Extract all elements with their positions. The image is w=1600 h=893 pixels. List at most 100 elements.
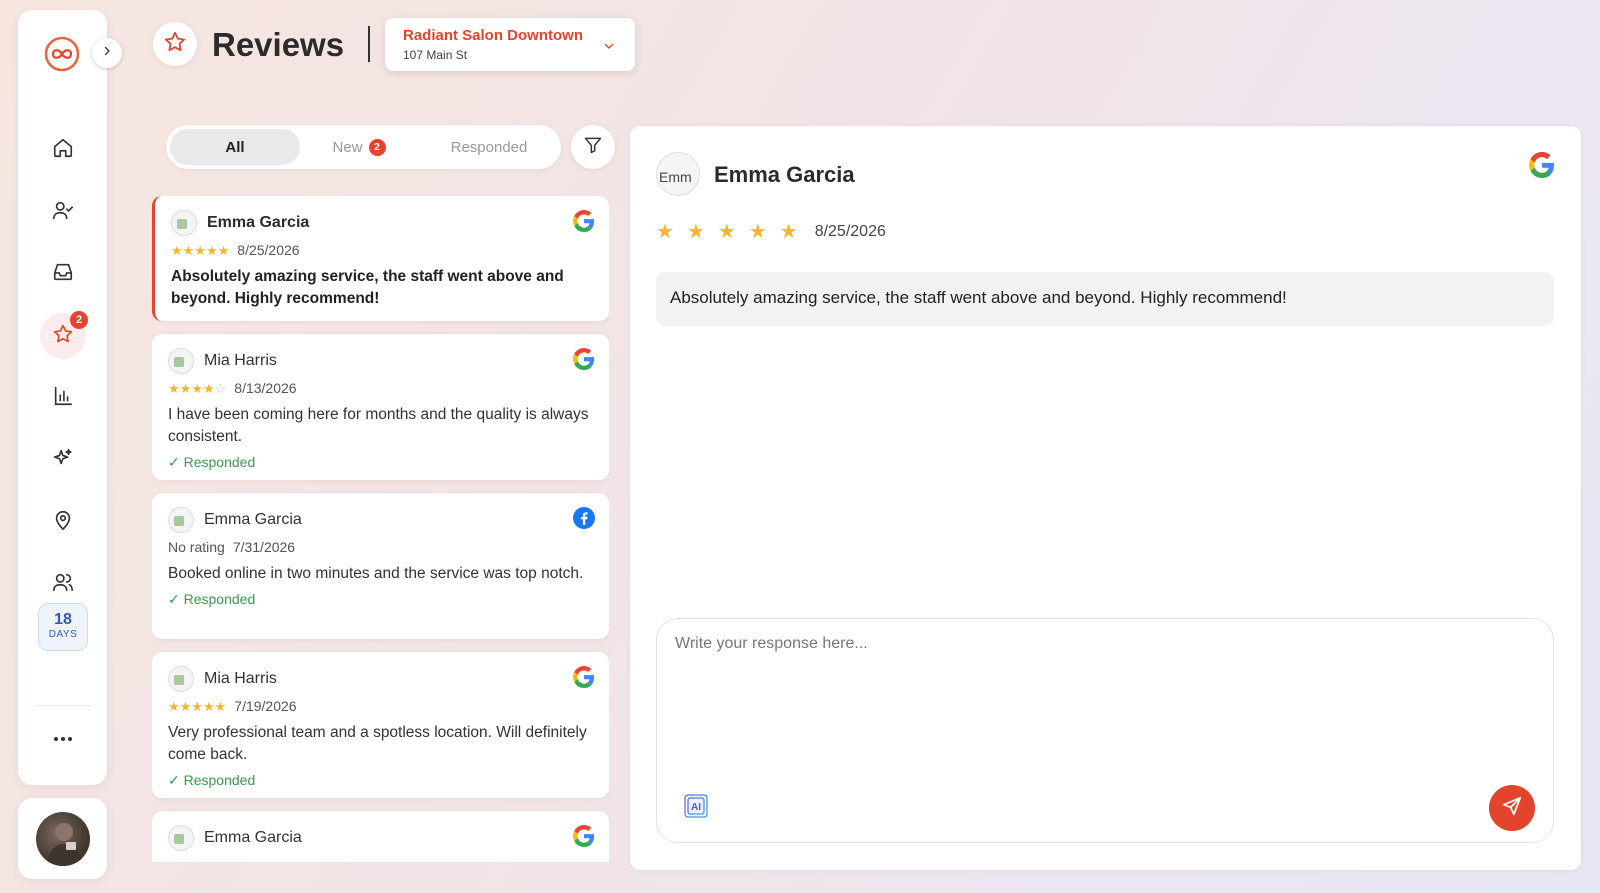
- review-card[interactable]: Mia Harris ★ ★ ★ ★ ★ 7/19/2026 Very professi…: [152, 652, 609, 798]
- trial-days-label: DAYS: [48, 629, 78, 640]
- more-horizontal-icon: [53, 729, 73, 747]
- review-list[interactable]: Emma Garcia ★ ★ ★ ★ ★ 8/25/2026 Absolutely a…: [152, 196, 609, 862]
- filter-button[interactable]: [571, 125, 615, 169]
- check-icon: ✓: [168, 772, 180, 788]
- sidebar-item-locations[interactable]: [40, 499, 86, 545]
- star-filled-icon: ★: [171, 242, 183, 258]
- reviewer-name: Mia Harris: [204, 352, 277, 369]
- user-avatar-card[interactable]: [18, 798, 107, 879]
- more-button[interactable]: [40, 723, 86, 753]
- google-icon: [573, 210, 595, 232]
- trial-days-badge[interactable]: 18 DAYS: [38, 603, 88, 651]
- chevron-right-icon: [101, 44, 113, 62]
- star-filled-icon: ★: [202, 380, 215, 396]
- review-date: 7/31/2026: [232, 539, 296, 555]
- filter-icon: [583, 135, 603, 160]
- sidebar-divider: [34, 705, 91, 706]
- sidebar-item-ai[interactable]: [40, 437, 86, 483]
- star-filled-icon: ★: [168, 380, 180, 396]
- tab-all[interactable]: All: [170, 129, 300, 165]
- page-title: Reviews: [212, 26, 345, 63]
- star-filled-icon: ★: [194, 242, 206, 258]
- detail-date: 8/25/2026: [814, 223, 886, 240]
- review-text: I have been coming here for months and t…: [168, 406, 589, 445]
- star-filled-icon: ★: [217, 242, 230, 258]
- sidebar-item-inbox[interactable]: [40, 251, 86, 297]
- responded-label: Responded: [183, 591, 256, 607]
- brand-logo-icon[interactable]: [44, 36, 80, 72]
- sidebar-item-contacts[interactable]: [40, 189, 86, 235]
- review-card[interactable]: Emma Garcia No rating 7/31/2026 Booked o…: [152, 493, 609, 639]
- reviewer-avatar: [168, 666, 194, 692]
- star-filled-icon: ★: [202, 698, 215, 714]
- trial-days-count: 18: [54, 611, 72, 628]
- google-icon: [1529, 152, 1555, 178]
- star-empty-icon: ☆: [214, 380, 227, 396]
- star-filled-icon: ★: [779, 221, 798, 243]
- google-icon: [573, 348, 595, 370]
- responded-label: Responded: [183, 772, 256, 788]
- review-card[interactable]: Emma Garcia ★ ★ ★ ★ ★ 8/25/2026 Absolutely a…: [152, 196, 609, 321]
- header-star-badge: [153, 22, 197, 66]
- reviewer-avatar: [168, 507, 194, 533]
- review-tabs: All New 2 Responded: [166, 125, 561, 169]
- sidebar-collapse-button[interactable]: [92, 38, 122, 68]
- star-filled-icon: ★: [168, 698, 180, 714]
- tab-label: Responded: [450, 138, 528, 156]
- rating-stars: ★ ★ ★ ★ ☆: [168, 382, 226, 395]
- sidebar-item-reviews[interactable]: 2: [40, 311, 88, 359]
- tab-new[interactable]: New 2: [304, 129, 414, 165]
- responded-status: ✓ Responded: [168, 454, 593, 471]
- sidebar-item-team[interactable]: [40, 561, 86, 607]
- home-icon: [52, 137, 74, 164]
- location-select[interactable]: Radiant Salon Downtown 107 Main St: [385, 18, 635, 71]
- star-filled-icon: ★: [205, 242, 218, 258]
- users-icon: [52, 571, 74, 598]
- star-filled-icon: ★: [686, 221, 705, 243]
- ai-label: AI: [691, 802, 701, 813]
- star-filled-icon: ★: [656, 221, 674, 243]
- review-card[interactable]: Emma Garcia: [152, 811, 609, 862]
- location-address: 107 Main St: [403, 48, 468, 62]
- no-rating-label: No rating: [168, 539, 225, 555]
- reviews-badge: 2: [70, 311, 88, 329]
- new-count-badge: 2: [368, 138, 386, 156]
- review-date: 7/19/2026: [234, 698, 297, 714]
- sparkles-icon: [52, 447, 74, 474]
- google-icon: [573, 666, 595, 688]
- reviewer-avatar: [168, 825, 194, 851]
- star-filled-icon: ★: [182, 242, 195, 258]
- avatar[interactable]: [35, 811, 90, 866]
- sidebar-item-analytics[interactable]: [40, 375, 86, 421]
- star-filled-icon: ★: [191, 698, 203, 714]
- responded-status: ✓ Responded: [168, 591, 593, 608]
- sidebar-item-home[interactable]: [40, 127, 86, 173]
- star-filled-icon: ★: [214, 698, 227, 714]
- review-card[interactable]: Mia Harris ★ ★ ★ ★ ☆ 8/13/2026 I have been c…: [152, 334, 609, 480]
- send-button[interactable]: [1489, 785, 1535, 831]
- star-filled-icon: ★: [717, 221, 736, 243]
- sidebar: 2 18 DAYS: [18, 10, 107, 785]
- reviewer-name: Emma Garcia: [204, 829, 302, 846]
- facebook-icon: [573, 507, 595, 529]
- review-text: Very professional team and a spotless lo…: [168, 724, 587, 763]
- tab-responded[interactable]: Responded: [420, 129, 558, 165]
- response-input[interactable]: [675, 635, 1535, 765]
- review-detail-panel: Emm Emma Garcia ★ ★ ★ ★ ★ 8/25/2026 Abso…: [630, 126, 1581, 870]
- star-filled-icon: ★: [179, 698, 192, 714]
- ai-generate-button[interactable]: AI: [673, 783, 719, 829]
- user-check-icon: [52, 199, 74, 226]
- title-divider: [368, 26, 370, 62]
- tab-label: All: [225, 138, 245, 156]
- rating-stars: ★ ★ ★ ★ ★: [168, 700, 226, 713]
- location-name: Radiant Salon Downtown: [403, 27, 583, 44]
- reviewer-name: Mia Harris: [204, 670, 277, 687]
- reviewer-name: Emma Garcia: [204, 511, 302, 528]
- response-composer: AI: [656, 618, 1554, 843]
- star-icon: [52, 323, 74, 350]
- responded-label: Responded: [183, 454, 256, 470]
- check-icon: ✓: [168, 454, 180, 470]
- tab-label: New: [332, 138, 363, 156]
- google-icon: [573, 825, 595, 847]
- star-filled-icon: ★: [748, 221, 767, 243]
